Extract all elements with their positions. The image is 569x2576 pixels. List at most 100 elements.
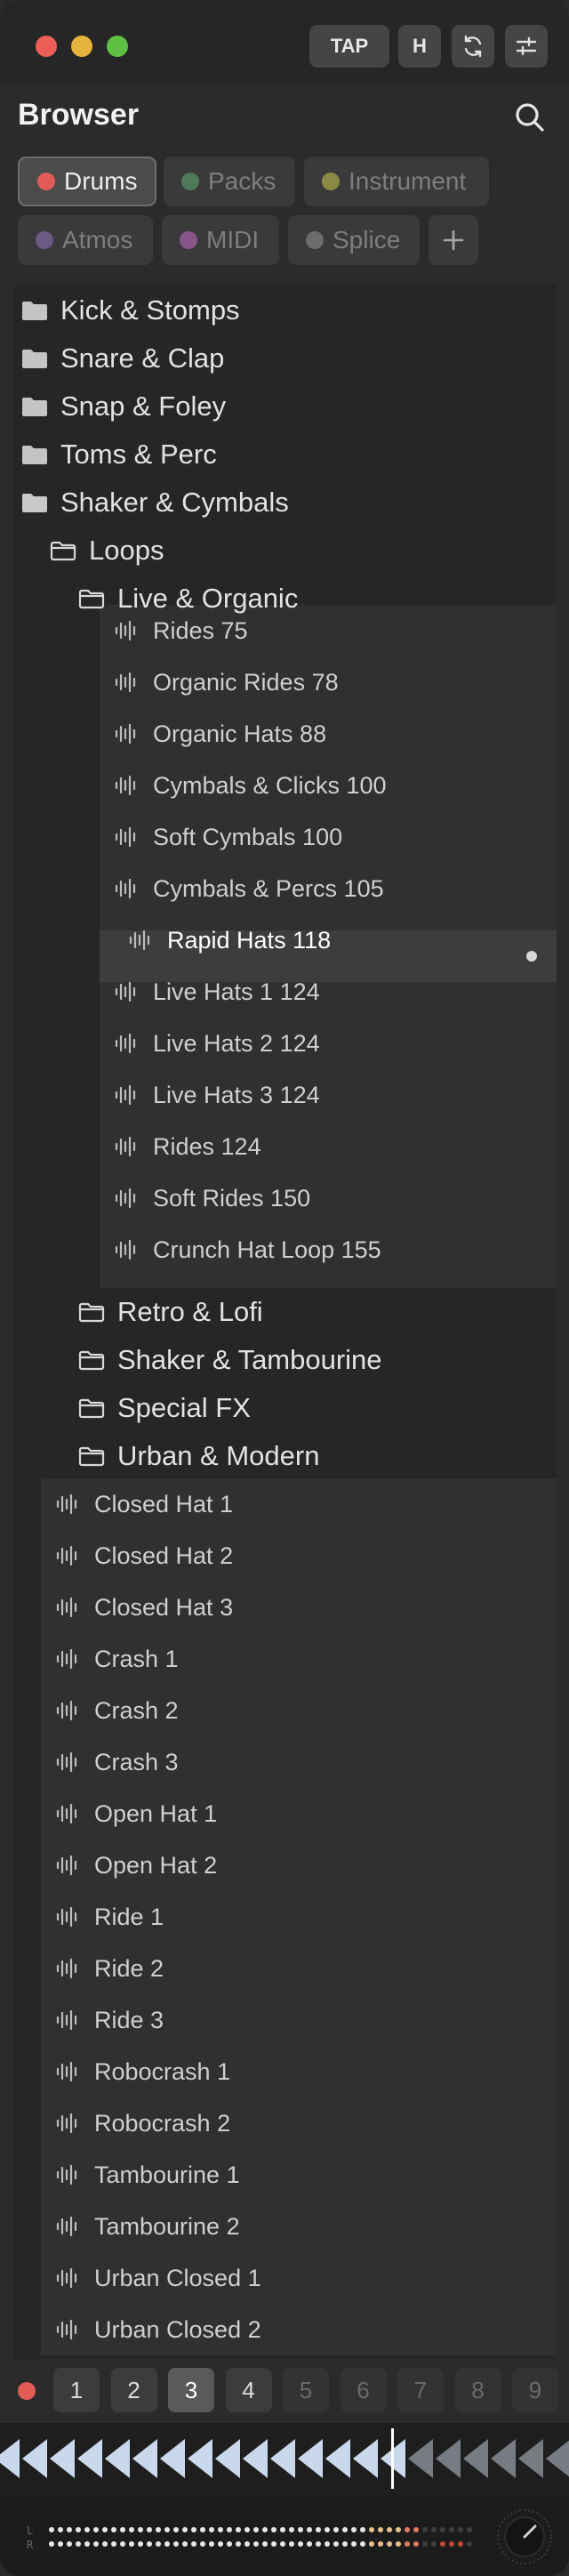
meter-dot: [147, 2541, 152, 2547]
file-label: Ride 2: [94, 1954, 164, 1982]
category-chip-splice[interactable]: Splice: [288, 215, 420, 265]
file-item[interactable]: Soft Rides 150: [114, 1172, 310, 1224]
file-item[interactable]: Urban Closed 1: [55, 2252, 261, 2304]
meter-dot: [413, 2527, 419, 2532]
search-button[interactable]: [512, 100, 548, 135]
folder-item[interactable]: Toms & Perc: [21, 431, 217, 479]
minimize-window-button[interactable]: [71, 36, 92, 57]
meter-dot: [120, 2541, 125, 2547]
file-item[interactable]: Cymbals & Clicks 100: [114, 760, 387, 811]
audio-file-icon: [56, 1855, 77, 1876]
file-item[interactable]: Crash 1: [55, 1633, 179, 1685]
category-chip-drums[interactable]: Drums: [18, 157, 156, 206]
slot-button[interactable]: 2: [110, 2368, 157, 2412]
file-item[interactable]: Open Hat 1: [55, 1788, 217, 1839]
meter-dot: [449, 2527, 454, 2532]
file-item-selected[interactable]: Rapid Hats 118: [128, 914, 331, 966]
audio-file-icon-wrap: [55, 2215, 78, 2238]
slot-button[interactable]: 3: [168, 2368, 214, 2412]
file-item[interactable]: Robocrash 2: [55, 2097, 230, 2149]
meter-dot: [173, 2527, 179, 2532]
file-item[interactable]: Soft Cymbals 100: [114, 811, 342, 863]
file-item[interactable]: Organic Hats 88: [114, 708, 326, 760]
file-item[interactable]: Closed Hat 3: [55, 1582, 233, 1633]
file-item[interactable]: Organic Rides 78: [114, 656, 339, 708]
folder-item[interactable]: Kick & Stomps: [21, 286, 240, 334]
file-item[interactable]: Robocrash 1: [55, 2046, 230, 2097]
file-item[interactable]: Live Hats 1 124: [114, 966, 320, 1018]
folder-item[interactable]: Shaker & Cymbals: [21, 479, 289, 527]
file-item[interactable]: Tambourine 1: [55, 2149, 240, 2201]
file-item[interactable]: Urban Closed 2: [55, 2304, 261, 2355]
file-item[interactable]: Closed Hat 1: [55, 1478, 233, 1530]
knob-icon: [497, 2509, 552, 2564]
sync-button[interactable]: [452, 25, 494, 68]
file-item[interactable]: Open Hat 2: [55, 1839, 217, 1891]
meter-dot: [413, 2541, 419, 2547]
file-item[interactable]: Tambourine 2: [55, 2201, 240, 2252]
slot-button[interactable]: 1: [53, 2368, 100, 2412]
file-item[interactable]: Crash 3: [55, 1736, 179, 1788]
file-label: Robocrash 2: [94, 2109, 231, 2137]
slot-button[interactable]: 8: [454, 2368, 501, 2412]
file-item[interactable]: Crash 2: [55, 1685, 179, 1736]
zoom-window-button[interactable]: [107, 36, 128, 57]
file-item[interactable]: Rides 124: [114, 1121, 261, 1172]
folder-item[interactable]: Special FX: [78, 1384, 251, 1432]
file-item[interactable]: Ride 1: [55, 1891, 164, 1943]
app-window: TAP H Browser Drums Packs Instrument Atm…: [0, 0, 569, 2576]
folder-item[interactable]: Shaker & Tambourine: [78, 1336, 382, 1384]
playhead[interactable]: [391, 2428, 394, 2489]
category-chip-atmos[interactable]: Atmos: [18, 215, 153, 265]
mixer-button[interactable]: [505, 25, 548, 68]
meter-dot: [449, 2541, 454, 2547]
folder-item[interactable]: Snap & Foley: [21, 382, 226, 431]
file-item[interactable]: Rides 75: [114, 605, 248, 656]
file-item[interactable]: Closed Hat 2: [55, 1530, 233, 1582]
meter-dot: [325, 2541, 330, 2547]
meter-dot: [102, 2527, 108, 2532]
audio-file-icon: [56, 1751, 77, 1773]
add-category-button[interactable]: [429, 215, 478, 265]
volume-knob[interactable]: [494, 2507, 555, 2567]
category-chip-packs[interactable]: Packs: [164, 157, 295, 206]
meter-dot: [387, 2527, 392, 2532]
slot-button[interactable]: 6: [340, 2368, 387, 2412]
slot-button[interactable]: 5: [283, 2368, 329, 2412]
meter-dot: [316, 2541, 321, 2547]
meter-dot: [280, 2527, 285, 2532]
meter-dot: [93, 2527, 99, 2532]
file-item[interactable]: Cymbals & Percs 105: [114, 863, 384, 914]
folder-label: Snare & Clap: [60, 342, 225, 374]
file-item[interactable]: Ride 3: [55, 1994, 164, 2046]
file-item[interactable]: Live Hats 3 124: [114, 1069, 320, 1121]
record-indicator[interactable]: [18, 2382, 36, 2400]
meter-dot: [298, 2541, 303, 2547]
close-window-button[interactable]: [36, 36, 57, 57]
slot-button[interactable]: 9: [512, 2368, 558, 2412]
category-chip-label: Packs: [208, 167, 276, 195]
folder-item[interactable]: Snare & Clap: [21, 334, 224, 382]
folder-item[interactable]: Retro & Lofi: [78, 1288, 263, 1336]
tap-tempo-button[interactable]: TAP: [309, 25, 389, 68]
folder-item-loops[interactable]: Loops: [50, 527, 164, 575]
meter-dot: [129, 2527, 134, 2532]
folder-item[interactable]: Urban & Modern: [78, 1432, 319, 1480]
category-chip-midi[interactable]: MIDI: [162, 215, 279, 265]
audio-file-icon: [115, 1084, 136, 1106]
slot-button[interactable]: 4: [225, 2368, 272, 2412]
file-item[interactable]: Live Hats 2 124: [114, 1018, 320, 1069]
slot-bar: 123456789: [0, 2359, 569, 2423]
file-item[interactable]: Ride 2: [55, 1943, 164, 1994]
meter-dot: [280, 2541, 285, 2547]
audio-file-icon-wrap: [55, 1493, 78, 1516]
h-button[interactable]: H: [398, 25, 441, 68]
slot-button[interactable]: 7: [397, 2368, 444, 2412]
file-label: Soft Cymbals 100: [153, 823, 343, 850]
file-label: Rapid Hats 118: [167, 926, 332, 954]
waveform-display[interactable]: [0, 2423, 569, 2494]
file-item[interactable]: Crunch Hat Loop 155: [114, 1224, 381, 1276]
category-chip-instrument[interactable]: Instrument: [304, 157, 489, 206]
audio-file-icon: [56, 1545, 77, 1566]
file-tree[interactable]: Kick & Stomps Snare & Clap Snap & Foley Tom…: [14, 285, 557, 2359]
